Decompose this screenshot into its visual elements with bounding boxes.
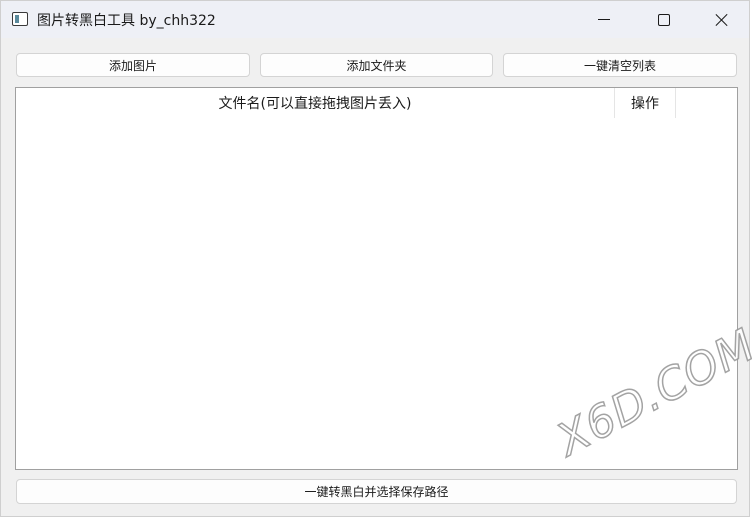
column-header-filename[interactable]: 文件名(可以直接拖拽图片丢入) [16, 88, 615, 118]
maximize-button[interactable] [641, 1, 687, 38]
close-button[interactable] [699, 1, 745, 38]
app-window: 图片转黑白工具 by_chh322 添加图片 添加文件夹 一键清空列表 文件名(… [0, 0, 752, 517]
window-title: 图片转黑白工具 by_chh322 [37, 13, 216, 29]
clear-list-button[interactable]: 一键清空列表 [503, 53, 737, 77]
minimize-button[interactable] [581, 1, 627, 38]
column-header-action[interactable]: 操作 [615, 88, 676, 118]
title-bar[interactable]: 图片转黑白工具 by_chh322 [1, 1, 749, 38]
app-window-icon [12, 12, 28, 26]
close-icon [715, 13, 729, 27]
convert-and-save-button[interactable]: 一键转黑白并选择保存路径 [16, 479, 737, 504]
minimize-icon [598, 19, 610, 20]
maximize-icon [658, 13, 670, 26]
table-header: 文件名(可以直接拖拽图片丢入) 操作 [16, 88, 737, 118]
app-icon-strip [15, 15, 19, 23]
add-folder-button[interactable]: 添加文件夹 [260, 53, 493, 77]
add-image-button[interactable]: 添加图片 [16, 53, 250, 77]
